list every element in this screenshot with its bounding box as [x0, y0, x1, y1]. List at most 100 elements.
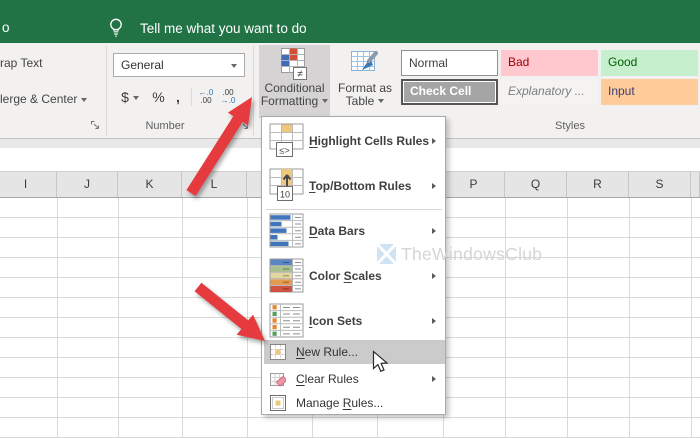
chevron-down-icon [322, 99, 328, 103]
column-header-p[interactable]: P [443, 172, 505, 197]
highlight-cells-rules-icon: ≤> [269, 123, 305, 159]
cell-style-input[interactable]: Input [601, 79, 698, 105]
label-post: ata Bars [318, 224, 365, 238]
number-group-label: Number [120, 120, 210, 132]
decrease-decimal-button[interactable]: .00 →.0 [217, 86, 239, 108]
fat-label-line2: Table [332, 95, 398, 108]
label-key: N [296, 345, 305, 359]
label-post: op/Bottom Rules [315, 179, 411, 193]
label-post: ighlight Cells Rules [318, 134, 429, 148]
group-separator [106, 46, 107, 136]
menu-item-icon-sets[interactable]: Icon Sets [262, 303, 445, 343]
column-header-l[interactable]: L [182, 172, 247, 197]
watermark: TheWindowsClub [377, 244, 542, 265]
column-header-i[interactable]: I [0, 172, 57, 197]
excel-window: o Tell me what you want to do rap Text l… [0, 0, 700, 438]
menu-item-clear-rules[interactable]: Clear Rules [262, 367, 445, 391]
svg-text:10: 10 [280, 190, 290, 200]
cell-style-good[interactable]: Good [601, 50, 698, 76]
chevron-down-icon [133, 96, 139, 100]
cf-label-text: Formatting [261, 94, 318, 108]
label-post: cales [352, 269, 382, 283]
conditional-formatting-menu: ≤> Highlight Cells Rules 10 Top/Bottom R… [261, 116, 446, 415]
cell-style-normal[interactable]: Normal [401, 50, 498, 76]
column-header-k[interactable]: K [118, 172, 182, 197]
tell-me-box[interactable]: Tell me what you want to do [140, 21, 307, 36]
clear-rules-icon [270, 371, 286, 387]
menu-item-label: Clear Rules [296, 367, 359, 391]
decrease-decimal-glyph-bottom: →.0 [221, 96, 236, 105]
svg-text:≠: ≠ [297, 69, 303, 80]
wrap-text-button[interactable]: rap Text [0, 56, 42, 70]
number-format-value: General [121, 58, 164, 72]
submenu-arrow-icon [432, 138, 436, 144]
svg-text:≤>: ≤> [279, 146, 289, 156]
menu-item-label: Manage Rules... [296, 391, 383, 415]
merge-center-label: lerge & Center [0, 92, 77, 106]
submenu-arrow-icon [432, 376, 436, 382]
label-key: S [344, 269, 352, 283]
partial-tab-label[interactable]: o [2, 20, 10, 35]
label-key: C [296, 372, 305, 386]
column-header-s[interactable]: S [629, 172, 691, 197]
column-header-q[interactable]: Q [505, 172, 567, 197]
menu-item-label: Highlight Cells Rules [309, 123, 429, 159]
submenu-arrow-icon [432, 183, 436, 189]
label-post: ew Rule... [305, 345, 358, 359]
alignment-dialog-launcher-icon[interactable] [90, 120, 101, 131]
data-bars-icon [269, 213, 305, 249]
watermark-text: TheWindowsClub [401, 244, 542, 265]
icon-sets-icon [269, 303, 305, 339]
increase-decimal-button[interactable]: ←.0 .00 [195, 86, 217, 108]
submenu-arrow-icon [432, 228, 436, 234]
color-scales-icon [269, 258, 305, 294]
label-post: lear Rules [305, 372, 359, 386]
fat-label-text: Table [346, 94, 375, 108]
merge-center-button[interactable]: lerge & Center [0, 92, 87, 106]
cf-label-line2: Formatting [259, 95, 330, 108]
label-pre: Color [309, 269, 344, 283]
menu-item-label: Data Bars [309, 213, 365, 249]
increase-decimal-glyph-bottom: .00 [200, 96, 211, 105]
menu-item-top-bottom-rules[interactable]: 10 Top/Bottom Rules [262, 168, 445, 208]
submenu-arrow-icon [432, 273, 436, 279]
currency-format-button[interactable]: $ [114, 85, 146, 109]
chevron-down-icon [81, 98, 87, 102]
cell-style-explanatory[interactable]: Explanatory ... [501, 79, 598, 105]
format-as-table-icon [350, 48, 380, 80]
lightbulb-icon [107, 16, 125, 38]
mini-separator [191, 88, 192, 106]
chevron-down-icon [378, 99, 384, 103]
new-rule-icon [270, 344, 286, 360]
menu-item-label: Color Scales [309, 258, 382, 294]
percent-format-button[interactable]: % [148, 85, 169, 109]
menu-item-manage-rules[interactable]: Manage Rules... [262, 391, 445, 415]
number-dialog-launcher-icon[interactable] [239, 120, 250, 131]
manage-rules-icon [270, 395, 286, 411]
label-key: D [309, 224, 318, 238]
watermark-logo-icon [377, 244, 397, 265]
chevron-down-icon [231, 64, 237, 68]
column-header-r[interactable]: R [567, 172, 629, 197]
cell-style-bad[interactable]: Bad [501, 50, 598, 76]
menu-item-highlight-cells-rules[interactable]: ≤> Highlight Cells Rules [262, 123, 445, 163]
ribbon-tab-bar: o Tell me what you want to do [0, 0, 700, 43]
menu-item-label: Top/Bottom Rules [309, 168, 411, 204]
column-header-partial[interactable] [691, 172, 700, 197]
conditional-formatting-button[interactable]: ≠ Conditional Formatting [259, 45, 330, 118]
styles-group-label: Styles [430, 120, 700, 132]
group-separator [253, 46, 254, 136]
number-format-dropdown[interactable]: General [113, 53, 245, 77]
comma-format-button[interactable]: , [170, 85, 186, 109]
menu-item-new-rule[interactable]: New Rule... [262, 340, 445, 364]
column-header-j[interactable]: J [57, 172, 118, 197]
submenu-arrow-icon [432, 318, 436, 324]
cell-style-check-cell[interactable]: Check Cell [401, 79, 498, 105]
menu-item-label: New Rule... [296, 340, 358, 364]
label-post: ules... [351, 396, 383, 410]
format-as-table-button[interactable]: Format as Table [332, 45, 398, 118]
label-post: con Sets [312, 314, 362, 328]
currency-symbol: $ [121, 89, 129, 105]
conditional-formatting-icon: ≠ [280, 48, 310, 80]
label-key: H [309, 134, 318, 148]
